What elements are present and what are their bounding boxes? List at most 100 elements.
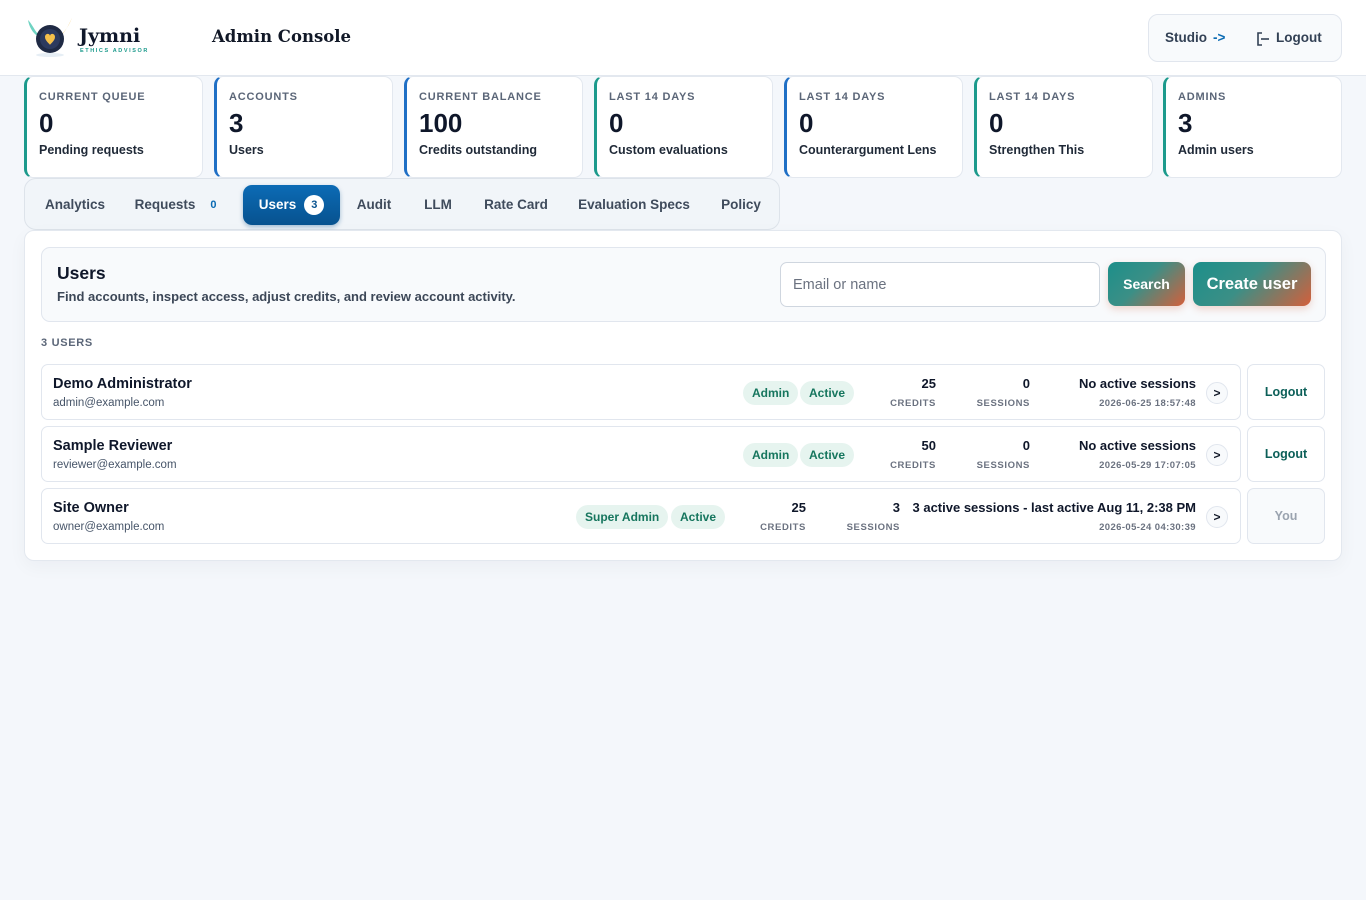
- tab-evaluation-specs[interactable]: Evaluation Specs: [569, 185, 699, 225]
- user-email: owner@example.com: [53, 521, 165, 533]
- sessions-value: 0: [1022, 438, 1030, 453]
- stat-card-custom-evaluations: LAST 14 DAYS 0 Custom evaluations: [594, 76, 773, 178]
- user-email: admin@example.com: [53, 397, 165, 409]
- session-status: 3 active sessions - last active Aug 11, …: [912, 500, 1197, 515]
- logout-label: Logout: [1276, 30, 1322, 45]
- stat-sub: Counterargument Lens: [799, 143, 937, 157]
- stat-card-counterargument-lens: LAST 14 DAYS 0 Counterargument Lens: [784, 76, 963, 178]
- session-timestamp: 2026-05-29 17:07:05: [1099, 460, 1196, 471]
- role-badge: Admin: [743, 381, 799, 405]
- search-input[interactable]: [780, 262, 1100, 307]
- user-row[interactable]: Sample Reviewer reviewer@example.com Adm…: [41, 426, 1241, 482]
- logout-icon: [1257, 32, 1269, 46]
- user-name: Sample Reviewer: [53, 438, 173, 454]
- stat-card-strengthen-this: LAST 14 DAYS 0 Strengthen This: [974, 76, 1153, 178]
- stat-sub: Custom evaluations: [609, 143, 728, 157]
- user-name: Site Owner: [53, 500, 129, 516]
- users-toolbar: Users Find accounts, inspect access, adj…: [41, 247, 1326, 322]
- current-user-indicator: You: [1247, 488, 1325, 544]
- tab-rate-card[interactable]: Rate Card: [473, 185, 559, 225]
- stat-value: 0: [39, 108, 54, 138]
- sessions-label: SESSIONS: [846, 522, 900, 533]
- search-button[interactable]: Search: [1108, 262, 1185, 306]
- tab-label: Rate Card: [484, 197, 548, 212]
- arrow-right-icon: ->: [1213, 30, 1226, 45]
- tab-bar: Analytics Requests 0 Users 3 Audit LLM Rat…: [24, 178, 780, 230]
- stat-sub: Strengthen This: [989, 143, 1085, 157]
- tab-audit[interactable]: Audit: [347, 185, 401, 225]
- credits-label: CREDITS: [890, 398, 936, 409]
- stat-card-admins: ADMINS 3 Admin users: [1163, 76, 1342, 178]
- sessions-label: SESSIONS: [976, 398, 1030, 409]
- sessions-value: 0: [1022, 376, 1030, 391]
- tab-llm[interactable]: LLM: [413, 185, 463, 225]
- tab-policy[interactable]: Policy: [709, 185, 773, 225]
- status-badge: Active: [800, 381, 855, 405]
- user-count-label: 3 USERS: [41, 337, 93, 349]
- role-badge: Super Admin: [576, 505, 669, 529]
- stat-label: LAST 14 DAYS: [609, 91, 696, 103]
- status-badge: Active: [800, 443, 855, 467]
- tab-label: LLM: [424, 197, 452, 212]
- stat-sub: Credits outstanding: [419, 143, 538, 157]
- stat-label: ACCOUNTS: [229, 91, 298, 103]
- header-actions: Studio -> Logout: [1148, 14, 1342, 62]
- brand-logo[interactable]: Jymni ETHICS ADVISOR: [24, 14, 148, 58]
- session-status: No active sessions: [1078, 438, 1196, 453]
- stat-label: ADMINS: [1178, 91, 1227, 103]
- stat-sub: Pending requests: [39, 143, 144, 157]
- stat-value: 0: [609, 108, 624, 138]
- section-title: Users: [57, 263, 106, 283]
- sessions-value: 3: [892, 500, 900, 515]
- stat-value: 0: [799, 108, 814, 138]
- users-panel: Users Find accounts, inspect access, adj…: [24, 230, 1342, 561]
- user-row[interactable]: Demo Administrator admin@example.com Adm…: [41, 364, 1241, 420]
- create-user-button[interactable]: Create user: [1193, 262, 1311, 306]
- sessions-label: SESSIONS: [976, 460, 1030, 471]
- stat-card-queue: CURRENT QUEUE 0 Pending requests: [24, 76, 203, 178]
- session-timestamp: 2026-05-24 04:30:39: [1099, 522, 1196, 533]
- credits-value: 50: [921, 438, 936, 453]
- credits-value: 25: [791, 500, 806, 515]
- tab-label: Audit: [356, 197, 392, 212]
- credits-label: CREDITS: [890, 460, 936, 471]
- chevron-right-icon[interactable]: >: [1206, 444, 1228, 466]
- credits-label: CREDITS: [760, 522, 806, 533]
- logout-button[interactable]: Logout: [1255, 30, 1322, 46]
- session-status: No active sessions: [1078, 376, 1196, 391]
- tab-label: Policy: [721, 197, 761, 212]
- logout-user-button[interactable]: Logout: [1247, 426, 1325, 482]
- stat-label: LAST 14 DAYS: [989, 91, 1076, 103]
- tab-label: Requests: [134, 197, 196, 212]
- user-email: reviewer@example.com: [53, 459, 177, 471]
- tab-analytics[interactable]: Analytics: [33, 185, 117, 225]
- user-name: Demo Administrator: [53, 376, 192, 392]
- logo-mark-icon: [28, 18, 72, 57]
- role-badge: Admin: [743, 443, 799, 467]
- chevron-right-icon[interactable]: >: [1206, 506, 1228, 528]
- stat-label: CURRENT QUEUE: [39, 91, 146, 103]
- stat-sub: Users: [229, 143, 264, 157]
- stat-value: 3: [229, 108, 244, 138]
- tab-label: Analytics: [44, 197, 106, 212]
- stat-label: LAST 14 DAYS: [799, 91, 886, 103]
- studio-button[interactable]: Studio ->: [1165, 30, 1225, 45]
- tab-label: Users: [258, 197, 297, 212]
- tab-users[interactable]: Users 3: [243, 185, 340, 225]
- logout-user-button[interactable]: Logout: [1247, 364, 1325, 420]
- credits-value: 25: [921, 376, 936, 391]
- user-row[interactable]: Site Owner owner@example.com Super Admin…: [41, 488, 1241, 544]
- stat-value: 0: [989, 108, 1004, 138]
- tab-count-badge: 0: [210, 199, 217, 211]
- stat-card-accounts: ACCOUNTS 3 Users: [214, 76, 393, 178]
- brand-tagline: ETHICS ADVISOR: [80, 48, 149, 54]
- studio-label: Studio: [1165, 30, 1207, 45]
- stat-sub: Admin users: [1178, 143, 1254, 157]
- brand-name: Jymni: [79, 25, 141, 47]
- tab-requests[interactable]: Requests 0: [125, 185, 233, 225]
- tab-label: Evaluation Specs: [578, 197, 690, 212]
- stat-value: 3: [1178, 108, 1193, 138]
- section-description: Find accounts, inspect access, adjust cr…: [57, 289, 516, 304]
- chevron-right-icon[interactable]: >: [1206, 382, 1228, 404]
- app-header: Jymni ETHICS ADVISOR Admin Console Studi…: [0, 0, 1366, 76]
